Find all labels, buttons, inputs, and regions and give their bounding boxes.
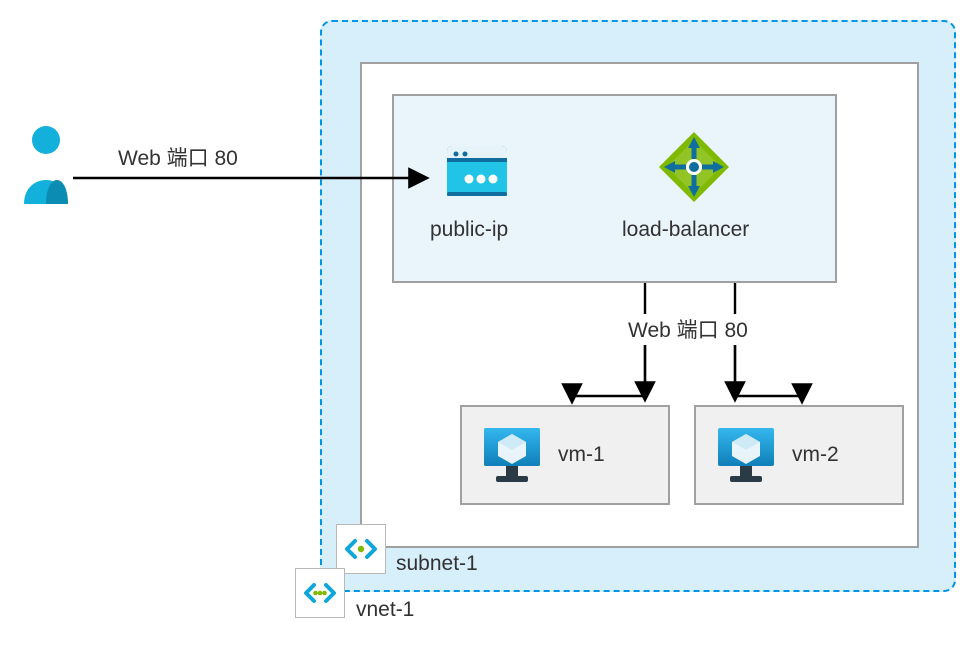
subnet-icon — [341, 529, 381, 569]
vm-1-box: vm-1 — [460, 405, 670, 505]
vnet-icon — [300, 573, 340, 613]
public-ip-icon — [441, 136, 513, 208]
load-balancer-icon — [655, 128, 733, 206]
vm-2-box: vm-2 — [694, 405, 904, 505]
vm-icon — [716, 426, 776, 484]
vm-icon — [482, 426, 542, 484]
subnet-icon-card — [336, 524, 386, 574]
edge-label-user-to-publicip: Web 端口 80 — [118, 142, 238, 172]
vm-2-label: vm-2 — [792, 443, 839, 467]
edge-label-lb-to-vms: Web 端口 80 — [628, 314, 748, 344]
load-balancer-label: load-balancer — [622, 218, 749, 242]
public-ip-label: public-ip — [430, 218, 508, 242]
vnet-label: vnet-1 — [356, 598, 414, 622]
user-icon — [20, 124, 72, 204]
subnet-label: subnet-1 — [396, 552, 478, 576]
vnet-icon-card — [295, 568, 345, 618]
vm-1-label: vm-1 — [558, 443, 605, 467]
